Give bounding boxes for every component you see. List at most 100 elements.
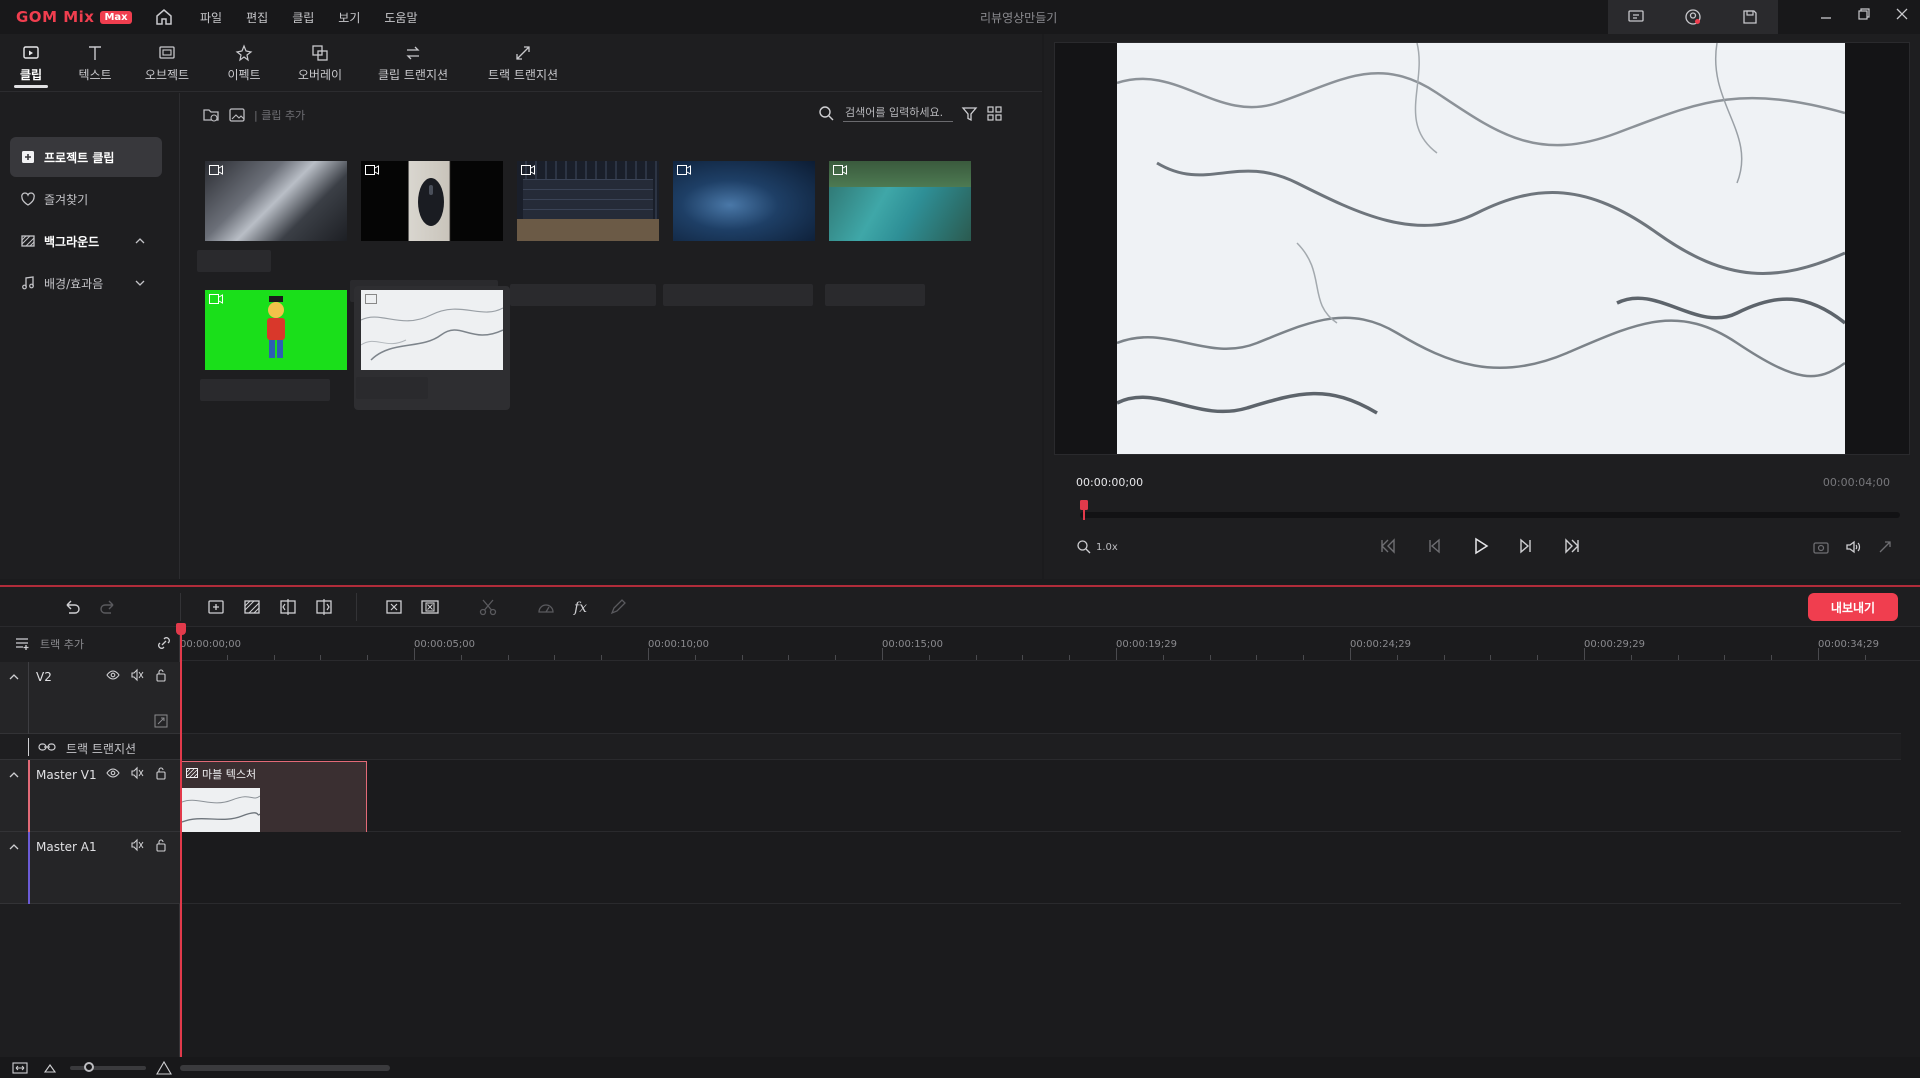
sidebar-item-favorites[interactable]: 즐겨찾기 [10,179,162,219]
sidebar-item-label: 백그라운드 [44,234,100,249]
prev-frame-icon[interactable] [1424,536,1444,556]
speaker-icon[interactable] [130,838,144,852]
background-icon [186,768,198,778]
collapse-icon[interactable] [8,769,20,781]
menu-view[interactable]: 보기 [338,9,360,26]
menu-help[interactable]: 도움말 [384,9,417,26]
menu-clip[interactable]: 클립 [292,9,314,26]
collapse-icon[interactable] [8,841,20,853]
seek-bar[interactable] [1080,512,1900,518]
add-clip-label[interactable]: | 클립 추가 [254,107,305,123]
add-background-icon[interactable] [242,597,262,617]
zoom-out-icon[interactable] [42,1060,58,1076]
skip-start-icon[interactable] [1378,536,1398,556]
track-lane-master-a1[interactable] [181,832,1901,904]
speed-icon[interactable] [536,597,556,617]
tab-text[interactable]: 텍스트 [62,34,128,92]
media-thumbnail[interactable] [361,290,503,370]
tab-clip-transition[interactable]: 클립 트랜지션 [358,34,468,92]
add-track-label[interactable]: 트랙 추가 [40,636,84,652]
media-thumbnail[interactable] [205,161,347,241]
track-header-v2: V2 [0,662,180,734]
tab-object[interactable]: 오브젝트 [128,34,206,92]
delete-gap-icon[interactable] [420,597,440,617]
chevron-up-icon[interactable] [134,235,146,247]
add-image-icon[interactable] [228,106,246,124]
eye-icon[interactable] [106,668,120,682]
add-track-icon[interactable] [14,635,30,651]
playhead-handle[interactable] [176,623,186,635]
menu-file[interactable]: 파일 [200,9,222,26]
play-icon[interactable] [1470,536,1490,556]
media-thumbnail[interactable] [361,161,503,241]
track-lane-v2[interactable] [181,662,1901,734]
tab-overlay[interactable]: 오버레이 [282,34,358,92]
close-icon[interactable] [1894,6,1910,22]
timeline-playhead[interactable] [180,625,182,1057]
link-icon[interactable] [156,635,172,651]
track-lane-master-v1[interactable] [181,760,1901,832]
track-expand-icon[interactable] [154,714,168,728]
split-right-icon[interactable] [314,597,334,617]
media-thumbnail[interactable] [205,290,347,370]
search-area [818,104,1003,122]
timeline-scrollbar[interactable] [180,1065,390,1071]
seek-handle[interactable] [1080,500,1088,520]
ruler-tick [788,655,790,660]
lock-icon[interactable] [154,766,168,780]
camera-icon[interactable] [1812,538,1830,556]
sidebar-item-music[interactable]: 배경/효과음 [10,263,162,303]
add-media-icon[interactable] [206,597,226,617]
fx-icon[interactable]: fx [572,597,592,617]
timeline-clip[interactable]: 마블 텍스처 [181,761,367,833]
screen-icon[interactable] [1627,8,1645,26]
chevron-down-icon[interactable] [134,277,146,289]
save-icon[interactable] [1741,8,1759,26]
restore-icon[interactable] [1856,6,1872,22]
window-controls [1818,6,1910,22]
lock-icon[interactable] [154,838,168,852]
timeline-zoom-knob[interactable] [84,1062,94,1072]
media-thumbnail[interactable] [829,161,971,241]
split-left-icon[interactable] [278,597,298,617]
add-folder-icon[interactable] [202,106,220,124]
speaker-icon[interactable] [130,668,144,682]
media-thumbnail[interactable] [673,161,815,241]
tab-track-transition[interactable]: 트랙 트랜지션 [468,34,578,92]
eye-icon[interactable] [106,766,120,780]
redo-icon[interactable] [98,597,118,617]
cut-icon[interactable] [478,597,498,617]
menu-edit[interactable]: 편집 [246,9,268,26]
media-thumbnail[interactable] [517,161,659,241]
undo-icon[interactable] [62,597,82,617]
fit-timeline-icon[interactable] [12,1060,28,1076]
zoom-in-icon[interactable] [156,1060,172,1076]
delete-clip-icon[interactable] [384,597,404,617]
preview-zoom[interactable]: 1.0x [1076,539,1118,555]
sidebar-item-background[interactable]: 백그라운드 [10,221,162,261]
tab-label: 오버레이 [297,67,343,82]
account-icon[interactable] [1684,8,1702,26]
export-button[interactable]: 내보내기 [1808,593,1898,621]
tab-clip[interactable]: 클립 [0,34,62,92]
skip-end-icon[interactable] [1562,536,1582,556]
collapse-icon[interactable] [8,671,20,683]
minimize-icon[interactable] [1818,6,1834,22]
next-frame-icon[interactable] [1516,536,1536,556]
track-controls [130,838,168,852]
timeline-zoom-slider[interactable] [70,1066,146,1070]
tab-effect[interactable]: 이펙트 [206,34,282,92]
fullscreen-icon[interactable] [1876,538,1894,556]
filter-icon[interactable] [961,105,978,122]
volume-icon[interactable] [1844,538,1862,556]
search-input[interactable] [843,104,953,122]
edit-icon[interactable] [608,597,628,617]
lock-icon[interactable] [154,668,168,682]
time-ruler[interactable]: 00:00:00;00 00:00:05;00 00:00:10;00 00:0… [180,627,1920,661]
sidebar-item-label: 배경/효과음 [44,276,104,291]
speaker-icon[interactable] [130,766,144,780]
sidebar-item-project-clips[interactable]: 프로젝트 클립 [10,137,162,177]
track-lane-transition[interactable] [181,734,1901,760]
home-icon[interactable] [154,7,174,27]
grid-view-icon[interactable] [986,105,1003,122]
